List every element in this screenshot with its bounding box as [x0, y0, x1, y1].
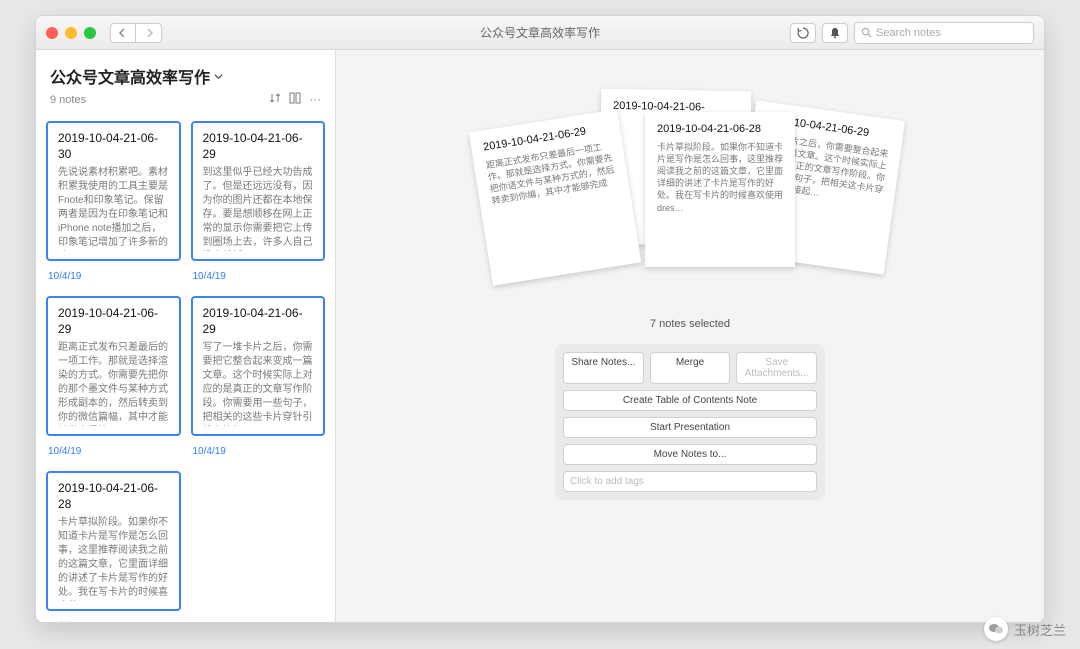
note-card-title: 2019-10-04-21-06-29 — [203, 306, 314, 337]
share-notes-button[interactable]: Share Notes... — [563, 352, 644, 384]
search-placeholder: Search notes — [876, 27, 941, 39]
chevron-down-icon — [214, 72, 223, 81]
titlebar: 公众号文章高效率写作 Search notes — [36, 16, 1044, 50]
note-card-title: 2019-10-04-21-06-29 — [58, 306, 169, 337]
watermark: 玉树芝兰 — [984, 617, 1066, 641]
note-card-date: 10/4/19 — [46, 446, 181, 461]
create-toc-button[interactable]: Create Table of Contents Note — [563, 390, 817, 411]
start-presentation-button[interactable]: Start Presentation — [563, 417, 817, 438]
sync-button[interactable] — [790, 23, 816, 43]
merge-notes-button[interactable]: Merge — [650, 352, 731, 384]
notebook-header: 公众号文章高效率写作 9 notes ··· — [36, 50, 335, 111]
note-card[interactable]: 2019-10-04-21-06-28 卡片草拟阶段。如果你不知道卡片是写作是怎… — [46, 471, 181, 611]
stack-card: 2019-10-04-21-06-28 卡片草拟阶段。如果你不知道卡片是写作是怎… — [645, 112, 795, 267]
content-area: 2019-10-04-21-06- 2019-10-04-21-06-29 距离… — [336, 50, 1044, 622]
search-input[interactable]: Search notes — [854, 22, 1034, 44]
selection-preview-stack: 2019-10-04-21-06- 2019-10-04-21-06-29 距离… — [480, 90, 900, 290]
nav-back-button[interactable] — [110, 23, 136, 43]
note-card-snippet: 到这里似乎已经大功告成了。但是还远远没有，因为你的图片还都在本地保存。要是想顺移… — [203, 166, 314, 251]
view-toggle-button[interactable] — [289, 92, 301, 107]
add-tags-input[interactable]: Click to add tags — [563, 471, 817, 492]
note-card-title: 2019-10-04-21-06-29 — [203, 131, 314, 162]
minimize-window-button[interactable] — [65, 27, 77, 39]
note-list-sidebar: 公众号文章高效率写作 9 notes ··· 2019-10-04-21-06-… — [36, 50, 336, 622]
note-card-grid: 2019-10-04-21-06-30 先说说素材积累吧。素材积累我使用的工具主… — [36, 111, 335, 622]
note-card[interactable]: 2019-10-04-21-06-29 写了一堆卡片之后，你需要把它整合起来变成… — [191, 296, 326, 436]
traffic-lights — [46, 27, 96, 39]
notifications-button[interactable] — [822, 23, 848, 43]
note-card[interactable]: 2019-10-04-21-06-29 距离正式发布只差最后的一项工作。那就是选… — [46, 296, 181, 436]
stack-card: 2019-10-04-21-06-29 距离正式发布只差最后一项工作。那就是选择… — [469, 109, 641, 286]
more-options-button[interactable]: ··· — [309, 92, 321, 107]
note-card-snippet: 卡片草拟阶段。如果你不知道卡片是写作是怎么回事，这里推荐阅读我之前的这篇文章，它… — [58, 516, 169, 601]
note-card-title: 2019-10-04-21-06-30 — [58, 131, 169, 162]
multi-select-actions: Share Notes... Merge Save Attachments...… — [555, 344, 825, 500]
sort-button[interactable] — [269, 92, 281, 107]
nav-buttons — [110, 23, 162, 43]
nav-forward-button[interactable] — [136, 23, 162, 43]
selection-count-label: 7 notes selected — [650, 318, 730, 330]
main-area: 公众号文章高效率写作 9 notes ··· 2019-10-04-21-06-… — [36, 50, 1044, 622]
note-card-snippet: 先说说素材积累吧。素材积累我使用的工具主要是Fnote和印象笔记。保留两者是因为… — [58, 166, 169, 251]
wechat-icon — [984, 617, 1008, 641]
note-card-date: 10/4/19 — [46, 621, 181, 622]
zoom-window-button[interactable] — [84, 27, 96, 39]
watermark-text: 玉树芝兰 — [1014, 620, 1066, 639]
note-card-date: 10/4/19 — [191, 271, 326, 286]
note-card-snippet: 距离正式发布只差最后的一项工作。那就是选择渲染的方式。你需要先把你的那个墨文件与… — [58, 341, 169, 426]
save-attachments-button[interactable]: Save Attachments... — [736, 352, 817, 384]
note-card-date: 10/4/19 — [46, 271, 181, 286]
note-card-snippet: 写了一堆卡片之后，你需要把它整合起来变成一篇文章。这个时候实际上对应的是真正的文… — [203, 341, 314, 426]
note-card[interactable]: 2019-10-04-21-06-30 先说说素材积累吧。素材积累我使用的工具主… — [46, 121, 181, 261]
note-card[interactable]: 2019-10-04-21-06-29 到这里似乎已经大功告成了。但是还远远没有… — [191, 121, 326, 261]
app-window: 公众号文章高效率写作 Search notes 公众号文章高效率写作 9 — [35, 15, 1045, 623]
close-window-button[interactable] — [46, 27, 58, 39]
note-card-date: 10/4/19 — [191, 446, 326, 461]
notebook-title[interactable]: 公众号文章高效率写作 — [50, 64, 321, 88]
note-card-title: 2019-10-04-21-06-28 — [58, 481, 169, 512]
note-count-label: 9 notes — [50, 94, 86, 106]
move-notes-button[interactable]: Move Notes to... — [563, 444, 817, 465]
